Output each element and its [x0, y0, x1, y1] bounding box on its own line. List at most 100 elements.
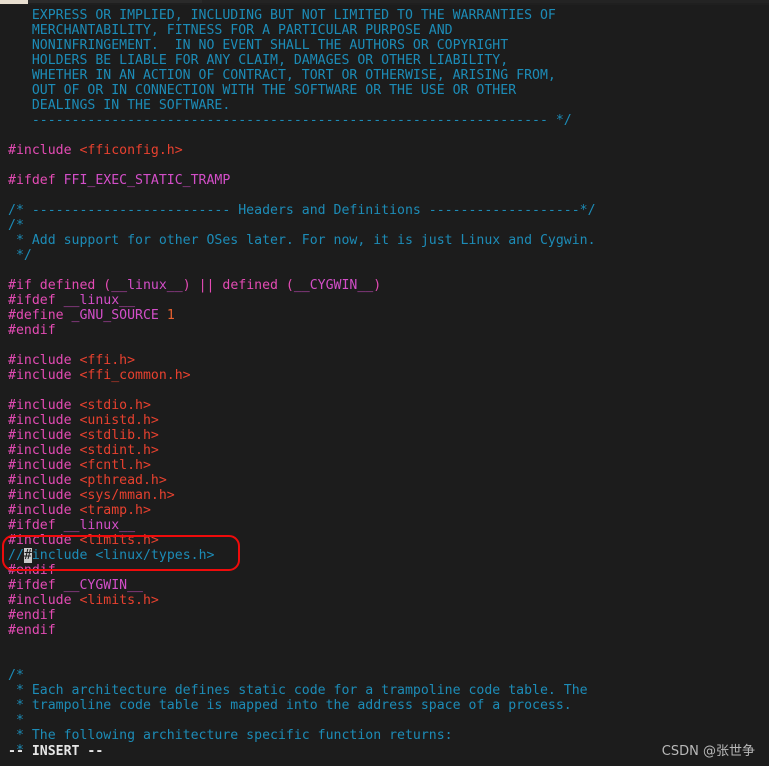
code-token: * Each architecture defines static code … — [8, 683, 588, 698]
code-token: #endif — [8, 323, 56, 338]
code-token: #include — [8, 368, 80, 383]
chrome-tab-active[interactable] — [28, 0, 202, 3]
code-token: <ffi_common.h> — [79, 368, 191, 383]
code-line[interactable]: #include <stdint.h> — [0, 443, 769, 458]
code-token: /* ------------------------- Headers and… — [8, 203, 596, 218]
code-token: #include — [8, 533, 80, 548]
code-token: #ifdef — [8, 578, 64, 593]
code-line[interactable]: #if defined (__linux__) || defined (__CY… — [0, 278, 769, 293]
code-line[interactable]: #ifdef __linux__ — [0, 293, 769, 308]
code-line[interactable]: #endif — [0, 623, 769, 638]
code-line[interactable] — [0, 338, 769, 353]
code-line[interactable]: WHETHER IN AN ACTION OF CONTRACT, TORT O… — [0, 68, 769, 83]
code-line[interactable]: #include <limits.h> — [0, 593, 769, 608]
code-token: <pthread.h> — [79, 473, 167, 488]
code-line[interactable]: #include <stdio.h> — [0, 398, 769, 413]
code-line[interactable]: * — [0, 743, 769, 758]
code-line[interactable]: /* — [0, 218, 769, 233]
code-line[interactable]: /* — [0, 668, 769, 683]
code-line[interactable] — [0, 638, 769, 653]
chrome-tab-inactive-left[interactable] — [0, 0, 28, 4]
code-line[interactable] — [0, 128, 769, 143]
text-cursor: # — [23, 548, 32, 563]
code-line[interactable]: #ifdef __linux__ — [0, 518, 769, 533]
code-token: HOLDERS BE LIABLE FOR ANY CLAIM, DAMAGES… — [8, 53, 509, 68]
code-token: <fcntl.h> — [79, 458, 151, 473]
code-line[interactable]: EXPRESS OR IMPLIED, INCLUDING BUT NOT LI… — [0, 8, 769, 23]
code-line[interactable]: DEALINGS IN THE SOFTWARE. — [0, 98, 769, 113]
code-token: OUT OF OR IN CONNECTION WITH THE SOFTWAR… — [8, 83, 517, 98]
code-line[interactable] — [0, 188, 769, 203]
code-token: #endif — [8, 563, 56, 578]
code-line[interactable]: * trampoline code table is mapped into t… — [0, 698, 769, 713]
code-line[interactable]: #include <stdlib.h> — [0, 428, 769, 443]
code-line[interactable]: #include <limits.h> — [0, 533, 769, 548]
code-token: #ifdef — [8, 173, 64, 188]
code-token: #ifdef — [8, 518, 64, 533]
code-token: ----------------------------------------… — [8, 113, 572, 128]
code-line[interactable]: ----------------------------------------… — [0, 113, 769, 128]
code-token: __linux__ — [63, 518, 136, 533]
code-line[interactable]: #define _GNU_SOURCE 1 — [0, 308, 769, 323]
code-token: #include — [8, 473, 80, 488]
code-token: __CYGWIN__ — [293, 278, 374, 293]
code-line[interactable]: * Each architecture defines static code … — [0, 683, 769, 698]
code-token: WHETHER IN AN ACTION OF CONTRACT, TORT O… — [8, 68, 556, 83]
status-bar-mode-label: -- INSERT -- — [8, 744, 104, 759]
code-line[interactable]: #endif — [0, 323, 769, 338]
code-token: /* — [8, 218, 24, 233]
code-line[interactable]: * Add support for other OSes later. For … — [0, 233, 769, 248]
code-line[interactable]: HOLDERS BE LIABLE FOR ANY CLAIM, DAMAGES… — [0, 53, 769, 68]
code-token: <unistd.h> — [79, 413, 159, 428]
code-token: * Add support for other OSes later. For … — [8, 233, 596, 248]
code-line[interactable]: /* ------------------------- Headers and… — [0, 203, 769, 218]
code-token: // — [8, 548, 24, 563]
code-token: NONINFRINGEMENT. IN NO EVENT SHALL THE A… — [8, 38, 509, 53]
code-token: <limits.h> — [79, 593, 159, 608]
code-line[interactable]: #include <ffi.h> — [0, 353, 769, 368]
code-token: MERCHANTABILITY, FITNESS FOR A PARTICULA… — [8, 23, 453, 38]
code-line[interactable]: #include <fficonfig.h> — [0, 143, 769, 158]
code-token: #include — [8, 143, 80, 158]
code-line[interactable]: #include <unistd.h> — [0, 413, 769, 428]
code-token: ) || defined ( — [182, 278, 294, 293]
code-line[interactable]: #include <pthread.h> — [0, 473, 769, 488]
code-line[interactable] — [0, 263, 769, 278]
code-line[interactable]: #include <fcntl.h> — [0, 458, 769, 473]
code-line[interactable] — [0, 158, 769, 173]
code-token: <fficonfig.h> — [79, 143, 183, 158]
code-token: * The following architecture specific fu… — [8, 728, 453, 743]
editor-text-buffer[interactable]: EXPRESS OR IMPLIED, INCLUDING BUT NOT LI… — [0, 8, 769, 758]
window-chrome-strip — [0, 0, 769, 5]
code-line[interactable]: #ifdef FFI_EXEC_STATIC_TRAMP — [0, 173, 769, 188]
vim-editor-screenshot: EXPRESS OR IMPLIED, INCLUDING BUT NOT LI… — [0, 0, 769, 766]
code-line[interactable]: */ — [0, 248, 769, 263]
code-line[interactable] — [0, 653, 769, 668]
code-token: #include — [8, 353, 80, 368]
code-token: <stdlib.h> — [79, 428, 159, 443]
code-line[interactable]: #include <ffi_common.h> — [0, 368, 769, 383]
code-token: #ifdef — [8, 293, 64, 308]
code-line[interactable] — [0, 383, 769, 398]
code-line[interactable]: NONINFRINGEMENT. IN NO EVENT SHALL THE A… — [0, 38, 769, 53]
code-line[interactable]: #include <tramp.h> — [0, 503, 769, 518]
code-token: #include — [8, 458, 80, 473]
csdn-watermark: CSDN @张世争 — [661, 744, 755, 759]
code-line[interactable]: MERCHANTABILITY, FITNESS FOR A PARTICULA… — [0, 23, 769, 38]
code-line[interactable]: //#include <linux/types.h> — [0, 548, 769, 563]
code-token: #define — [8, 308, 72, 323]
code-line[interactable]: #include <sys/mman.h> — [0, 488, 769, 503]
code-line[interactable]: #endif — [0, 608, 769, 623]
code-token: <stdint.h> — [79, 443, 159, 458]
code-token: 1 — [166, 308, 175, 323]
code-token: #endif — [8, 623, 56, 638]
code-line[interactable]: * — [0, 713, 769, 728]
code-token: #if defined ( — [8, 278, 112, 293]
code-token: #include — [8, 443, 80, 458]
code-line[interactable]: #endif — [0, 563, 769, 578]
code-token: #include — [8, 398, 80, 413]
code-line[interactable]: * The following architecture specific fu… — [0, 728, 769, 743]
chrome-tab-bar-remainder[interactable] — [202, 0, 769, 3]
code-line[interactable]: OUT OF OR IN CONNECTION WITH THE SOFTWAR… — [0, 83, 769, 98]
code-line[interactable]: #ifdef __CYGWIN__ — [0, 578, 769, 593]
